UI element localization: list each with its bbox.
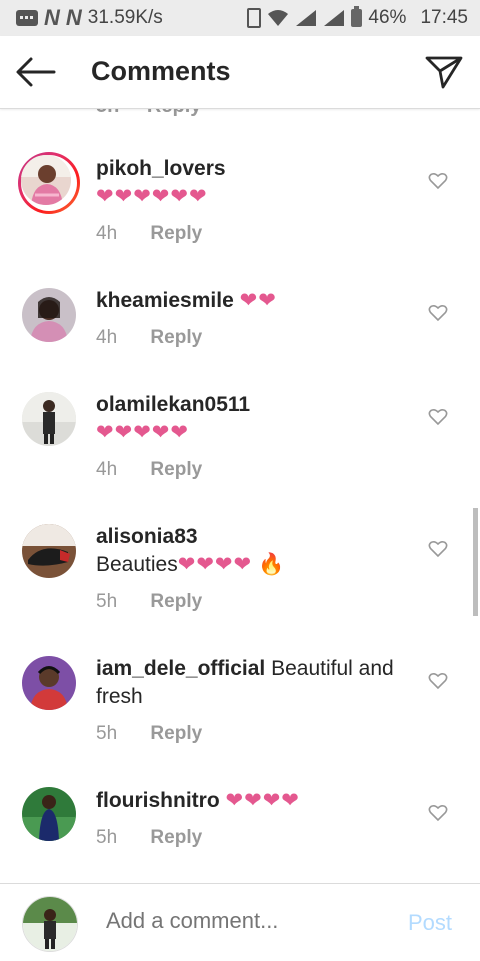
heart-outline-icon	[428, 172, 448, 190]
comment-text: olamilekan0511 ❤❤❤❤❤	[96, 391, 416, 447]
message-icon	[16, 10, 38, 26]
reply-button[interactable]: Reply	[147, 109, 201, 117]
heart-outline-icon	[428, 672, 448, 690]
reply-button[interactable]: Reply	[150, 591, 202, 612]
comment-time: 5h	[96, 723, 118, 744]
comment-time: 4h	[96, 327, 118, 348]
comment-input[interactable]	[106, 908, 396, 934]
avatar[interactable]	[18, 152, 80, 214]
comment-meta: 4h Reply	[96, 459, 202, 481]
comment-text: pikoh_lovers ❤❤❤❤❤❤	[96, 155, 416, 211]
comment-text: flourishnitro ❤❤❤❤	[96, 787, 416, 815]
avatar	[22, 896, 78, 952]
heart-emojis: ❤❤❤❤	[225, 789, 300, 812]
reply-button[interactable]: Reply	[150, 459, 202, 480]
comment-time: 5h	[96, 827, 118, 848]
fire-emoji: 🔥	[257, 553, 285, 576]
comment-time: 4h	[96, 223, 118, 244]
like-button[interactable]	[428, 672, 448, 690]
heart-emojis: ❤❤❤❤❤	[96, 421, 189, 444]
comment-text: iam_dele_official Beautiful and fresh	[96, 655, 416, 711]
comment-list[interactable]: 5h Reply pikoh_lovers ❤❤❤❤❤❤ 4h Reply	[0, 109, 480, 883]
paper-plane-icon	[425, 56, 463, 89]
scrollbar[interactable]	[473, 508, 478, 616]
comment-meta: 5h Reply	[96, 591, 202, 613]
arrow-left-icon	[16, 57, 56, 87]
page-title: Comments	[91, 56, 231, 86]
comment-username[interactable]: alisonia83	[96, 525, 198, 548]
heart-outline-icon	[428, 540, 448, 558]
comment-composer: Post	[0, 883, 480, 961]
reply-button[interactable]: Reply	[150, 327, 202, 348]
battery-percent: 46%	[368, 7, 407, 28]
heart-outline-icon	[428, 804, 448, 822]
comment-username[interactable]: pikoh_lovers	[96, 157, 226, 180]
comment-username[interactable]: iam_dele_official	[96, 657, 265, 680]
comment-username[interactable]: flourishnitro	[96, 789, 220, 812]
heart-outline-icon	[428, 408, 448, 426]
comment-time: 5h	[96, 591, 118, 612]
comment-username[interactable]: kheamiesmile	[96, 289, 234, 312]
avatar[interactable]	[22, 288, 76, 342]
reply-button[interactable]: Reply	[150, 827, 202, 848]
comment-meta: 5h Reply	[96, 827, 202, 849]
like-button[interactable]	[428, 804, 448, 822]
post-button[interactable]: Post	[408, 910, 452, 936]
like-button[interactable]	[428, 408, 448, 426]
avatar[interactable]	[22, 787, 76, 841]
comment-meta: 5h Reply	[96, 723, 202, 745]
heart-emojis: ❤❤	[239, 289, 277, 312]
reply-button[interactable]: Reply	[150, 223, 202, 244]
network-speed: 31.59K/s	[87, 7, 163, 28]
heart-emojis: ❤❤❤❤	[177, 553, 253, 576]
like-button[interactable]	[428, 172, 448, 190]
n-notification-icon: N	[65, 5, 82, 30]
like-button[interactable]	[428, 304, 448, 322]
n-notification-icon: N	[44, 5, 60, 30]
avatar[interactable]	[22, 524, 76, 578]
comment-meta: 4h Reply	[96, 223, 202, 245]
battery-icon	[351, 6, 363, 27]
comment-time: 5h	[96, 109, 119, 117]
comment-time: 4h	[96, 459, 118, 480]
like-button[interactable]	[428, 540, 448, 558]
signal-icon	[323, 9, 345, 27]
comment-text: alisonia83 Beauties❤❤❤❤ 🔥	[96, 523, 416, 579]
comment-meta: 4h Reply	[96, 327, 202, 349]
status-bar: N N 31.59K/s 46% 17:45	[0, 0, 480, 36]
share-button[interactable]	[424, 54, 464, 90]
avatar[interactable]	[22, 656, 76, 710]
wifi-icon	[267, 9, 289, 27]
partial-comment-meta: 5h Reply	[96, 109, 223, 118]
heart-emojis: ❤❤❤❤❤❤	[96, 185, 208, 208]
back-button[interactable]	[14, 54, 58, 90]
heart-outline-icon	[428, 304, 448, 322]
avatar[interactable]	[22, 392, 76, 446]
comment-text: kheamiesmile ❤❤	[96, 287, 416, 315]
header-bar: Comments	[0, 36, 480, 109]
clock: 17:45	[420, 7, 468, 28]
reply-button[interactable]: Reply	[150, 723, 202, 744]
comment-username[interactable]: olamilekan0511	[96, 393, 250, 416]
signal-icon	[295, 9, 317, 27]
comment-body: Beauties	[96, 553, 178, 576]
vibrate-icon	[247, 8, 262, 28]
